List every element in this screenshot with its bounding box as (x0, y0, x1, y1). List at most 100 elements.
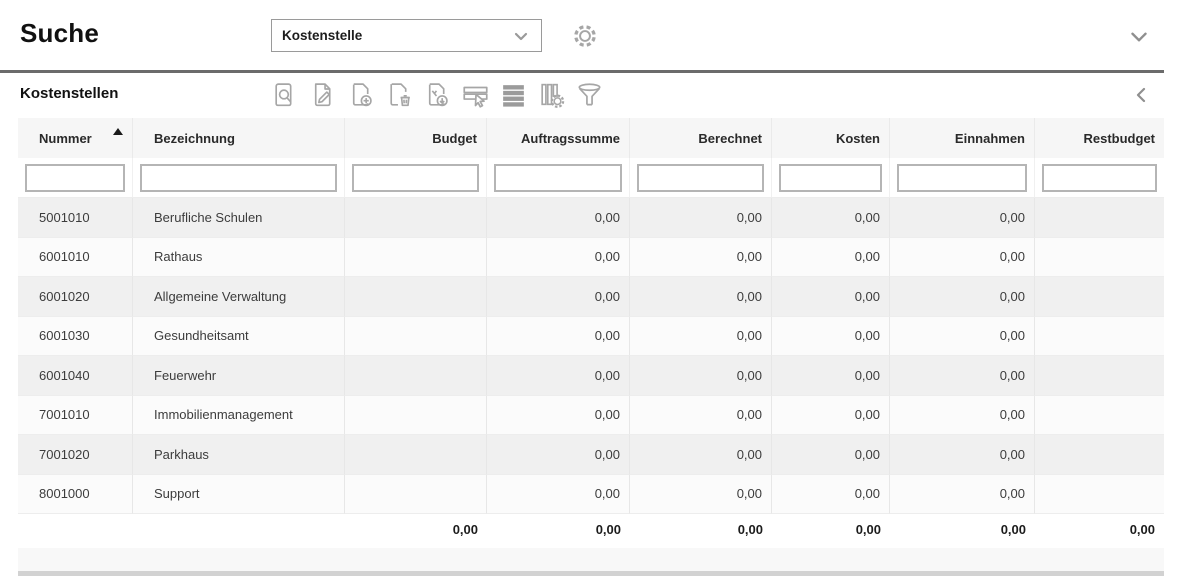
cell-budget (345, 396, 487, 436)
cell-berechnet: 0,00 (630, 277, 772, 317)
filter-icon (574, 80, 605, 110)
cell-einnahmen: 0,00 (890, 238, 1035, 278)
filter-input-bezeichnung[interactable] (140, 164, 337, 192)
cell-budget (345, 435, 487, 475)
edit-record-icon (309, 80, 338, 110)
cell-nummer: 8001000 (18, 475, 133, 515)
cell-budget (345, 277, 487, 317)
table-row[interactable]: 6001020Allgemeine Verwaltung0,000,000,00… (18, 277, 1164, 317)
cell-restbudget (1035, 317, 1164, 357)
table-row[interactable]: 6001010Rathaus0,000,000,000,00 (18, 238, 1164, 278)
add-record-icon (347, 80, 376, 110)
cell-budget (345, 317, 487, 357)
panel-title: Kostenstellen (20, 85, 118, 102)
table-row[interactable]: 7001020Parkhaus0,000,000,000,00 (18, 435, 1164, 475)
cell-einnahmen: 0,00 (890, 435, 1035, 475)
filter-button[interactable] (574, 78, 605, 112)
cell-restbudget (1035, 475, 1164, 515)
column-header-berechnet[interactable]: Berechnet (630, 118, 772, 158)
cell-budget (345, 475, 487, 515)
cell-nummer: 6001010 (18, 238, 133, 278)
gear-icon (570, 21, 600, 51)
horizontal-scrollbar[interactable] (18, 571, 1164, 576)
delete-record-button[interactable] (384, 78, 415, 112)
total-auftragssumme: 0,00 (487, 514, 630, 545)
table-toolbar (270, 78, 605, 112)
cell-restbudget (1035, 198, 1164, 238)
cell-restbudget (1035, 356, 1164, 396)
cell-kosten: 0,00 (772, 356, 890, 396)
cell-budget (345, 238, 487, 278)
collapse-search-button[interactable] (1126, 24, 1152, 50)
view-record-icon (271, 80, 300, 110)
cell-auftragssumme: 0,00 (487, 435, 630, 475)
cell-auftragssumme: 0,00 (487, 198, 630, 238)
filter-input-nummer[interactable] (25, 164, 125, 192)
cell-restbudget (1035, 238, 1164, 278)
cell-bezeichnung: Immobilienmanagement (133, 396, 345, 436)
search-type-value: Kostenstelle (282, 28, 509, 43)
bottom-filler-band (18, 548, 1164, 571)
export-record-button[interactable] (422, 78, 453, 112)
search-header: Suche Kostenstelle (0, 0, 1184, 70)
cell-kosten: 0,00 (772, 198, 890, 238)
settings-gear-button[interactable] (569, 20, 601, 52)
column-header-kosten[interactable]: Kosten (772, 118, 890, 158)
cell-bezeichnung: Rathaus (133, 238, 345, 278)
cell-kosten: 0,00 (772, 435, 890, 475)
cell-berechnet: 0,00 (630, 198, 772, 238)
total-nummer (18, 514, 133, 545)
cell-einnahmen: 0,00 (890, 475, 1035, 515)
view-record-button[interactable] (270, 78, 301, 112)
filter-input-berechnet[interactable] (637, 164, 764, 192)
table-row[interactable]: 6001030Gesundheitsamt0,000,000,000,00 (18, 317, 1164, 357)
row-display-button[interactable] (498, 78, 529, 112)
delete-record-icon (385, 80, 414, 110)
row-display-icon (499, 80, 528, 110)
cell-restbudget (1035, 435, 1164, 475)
filter-input-restbudget[interactable] (1042, 164, 1157, 192)
cell-nummer: 6001020 (18, 277, 133, 317)
table-row[interactable]: 7001010Immobilienmanagement0,000,000,000… (18, 396, 1164, 436)
cell-nummer: 7001010 (18, 396, 133, 436)
filter-input-einnahmen[interactable] (897, 164, 1027, 192)
cell-einnahmen: 0,00 (890, 317, 1035, 357)
column-header-einnahmen[interactable]: Einnahmen (890, 118, 1035, 158)
filter-input-auftragssumme[interactable] (494, 164, 622, 192)
cell-bezeichnung: Berufliche Schulen (133, 198, 345, 238)
column-settings-icon (537, 80, 566, 110)
cell-berechnet: 0,00 (630, 475, 772, 515)
cell-berechnet: 0,00 (630, 396, 772, 436)
cell-bezeichnung: Parkhaus (133, 435, 345, 475)
table-row[interactable]: 6001040Feuerwehr0,000,000,000,00 (18, 356, 1164, 396)
cell-restbudget (1035, 277, 1164, 317)
table-totals-row: 0,00 0,00 0,00 0,00 0,00 0,00 (18, 514, 1164, 545)
cell-auftragssumme: 0,00 (487, 475, 630, 515)
export-record-icon (423, 80, 452, 110)
cell-bezeichnung: Support (133, 475, 345, 515)
cell-kosten: 0,00 (772, 317, 890, 357)
select-rows-icon (460, 80, 491, 110)
table-row[interactable]: 5001010Berufliche Schulen0,000,000,000,0… (18, 198, 1164, 238)
cell-auftragssumme: 0,00 (487, 238, 630, 278)
column-header-nummer[interactable]: Nummer (18, 118, 133, 158)
total-kosten: 0,00 (772, 514, 890, 545)
cell-auftragssumme: 0,00 (487, 277, 630, 317)
table-row[interactable]: 8001000Support0,000,000,000,00 (18, 475, 1164, 515)
filter-input-kosten[interactable] (779, 164, 882, 192)
column-header-bezeichnung[interactable]: Bezeichnung (133, 118, 345, 158)
select-rows-button[interactable] (460, 78, 491, 112)
table-filter-row (18, 158, 1164, 198)
table-body: 5001010Berufliche Schulen0,000,000,000,0… (18, 198, 1164, 514)
column-header-auftragssumme[interactable]: Auftragssumme (487, 118, 630, 158)
filter-input-budget[interactable] (352, 164, 479, 192)
column-header-budget[interactable]: Budget (345, 118, 487, 158)
edit-record-button[interactable] (308, 78, 339, 112)
collapse-panel-button[interactable] (1128, 82, 1154, 108)
column-settings-button[interactable] (536, 78, 567, 112)
add-record-button[interactable] (346, 78, 377, 112)
column-header-restbudget[interactable]: Restbudget (1035, 118, 1164, 158)
sort-ascending-icon (113, 128, 123, 135)
search-type-dropdown[interactable]: Kostenstelle (271, 19, 542, 52)
cell-auftragssumme: 0,00 (487, 396, 630, 436)
